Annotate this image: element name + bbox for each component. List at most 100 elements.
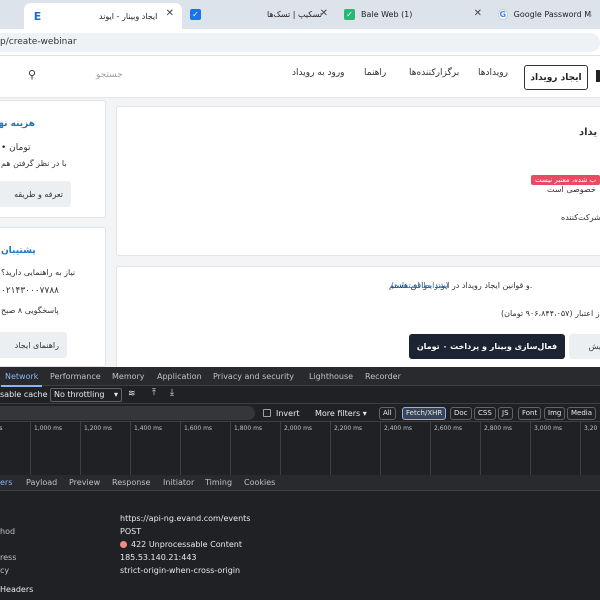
timeline-tick-label: 1,200 ms — [84, 425, 113, 432]
header-key-method: hod — [0, 527, 16, 536]
error-status-icon — [120, 541, 127, 548]
filter-input[interactable] — [0, 406, 255, 420]
referrer-policy: strict-origin-when-cross-origin — [120, 566, 241, 575]
terms-link[interactable]: (شرایط استفاده) — [391, 281, 449, 290]
header-key-remote-address: ress — [0, 553, 17, 562]
chevron-down-icon: ▾ — [113, 390, 118, 399]
network-timeline[interactable]: 00 ms 1,000 ms 1,200 ms 1,400 ms 1,600 ms 1,8… — [0, 422, 600, 477]
tab-privacy-security[interactable]: Privacy and security — [213, 372, 294, 381]
timeline-tick: 3,20 — [580, 422, 597, 477]
google-icon: G — [498, 8, 508, 20]
timeline-tick-label: 1,800 ms — [234, 425, 263, 432]
invert-label: Invert — [276, 409, 300, 418]
create-event-button[interactable]: ایجاد رویداد — [524, 65, 588, 90]
tab-recorder[interactable]: Recorder — [365, 372, 401, 381]
search-input[interactable]: ⚲ جستجو — [0, 64, 140, 88]
tab-lighthouse[interactable]: Lighthouse — [309, 372, 353, 381]
timeline-tick: 2,000 ms — [280, 422, 312, 477]
tab-bale[interactable]: ✓ Bale Web (1) ✕ — [336, 3, 490, 25]
timeline-tick: 2,400 ms — [380, 422, 412, 477]
participants-text: با شرکت‌کننده — [561, 213, 600, 222]
timeline-tick-label: 2,000 ms — [284, 425, 313, 432]
cost-value: • تومان — [1, 143, 31, 153]
disable-cache-label[interactable]: sable cache — [0, 390, 48, 399]
tab-google-password[interactable]: G Google Password Mana — [490, 3, 600, 25]
filter-css[interactable]: CSS — [474, 407, 496, 420]
tab-performance[interactable]: Performance — [50, 372, 101, 381]
support-title: پشتیبان — [1, 246, 36, 256]
invert-checkbox[interactable] — [263, 409, 271, 417]
tab-memory[interactable]: Memory — [112, 372, 145, 381]
timeline-tick-label: 1,600 ms — [184, 425, 213, 432]
cost-card: هزینه نها • تومان با در نظر گرفتن هم تعر… — [0, 100, 106, 218]
throttling-select[interactable]: No throttling ▾ — [50, 388, 122, 402]
nav-enter-event[interactable]: ورود به رویداد — [292, 68, 345, 78]
remote-address: 185.53.140.21:443 — [120, 553, 197, 562]
filter-all[interactable]: All — [379, 407, 396, 420]
network-toolbar: sable cache No throttling ▾ ≋ ⤒ ⤓ — [0, 386, 600, 404]
filter-media[interactable]: Media — [567, 407, 597, 420]
shield-check-icon: ✓ — [344, 8, 355, 20]
timeline-tick: 1,400 ms — [130, 422, 162, 477]
search-icon[interactable]: ⚲ — [28, 68, 36, 81]
url-field[interactable]: p/create-webinar — [0, 33, 600, 52]
more-filters-dropdown[interactable]: More filters ▾ — [315, 409, 367, 418]
tab-network[interactable]: Network — [0, 372, 43, 387]
cost-note: با در نظر گرفتن هم — [1, 159, 67, 168]
support-question: نیاز به راهنمایی دارید؟ — [1, 268, 76, 277]
status-code: 422 Unprocessable Content — [120, 540, 242, 549]
support-phone: ۰۲۱۴۳۰۰۰۷۷۸۸ — [1, 286, 60, 296]
create-guide-button[interactable]: راهنمای ایجاد — [0, 332, 67, 358]
support-card: پشتیبان نیاز به راهنمایی دارید؟ ۰۲۱۴۳۰۰۰… — [0, 227, 106, 367]
address-bar: p/create-webinar — [0, 29, 600, 56]
request-subtabs: ers Payload Preview Response Initiator T… — [0, 475, 600, 491]
subtab-timing[interactable]: Timing — [205, 478, 232, 487]
support-hours: پاسخگویی ۸ صبح — [1, 306, 59, 315]
timeline-tick-label: 00 ms — [0, 425, 3, 432]
subtab-payload[interactable]: Payload — [26, 478, 57, 487]
close-icon[interactable]: ✕ — [320, 8, 328, 19]
nav-help[interactable]: راهنما — [364, 68, 386, 78]
general-headers: https://api-ng.evand.com/events hod POST… — [0, 491, 600, 600]
subtab-initiator[interactable]: Initiator — [163, 478, 194, 487]
tab-create-webinar[interactable]: E ایجاد وبینار - ایوند ✕ — [24, 3, 182, 29]
header-key-referrer-policy: cy — [0, 566, 10, 575]
filter-doc[interactable]: Doc — [450, 407, 472, 420]
nav-organizers[interactable]: برگزارکننده‌ها — [409, 68, 459, 78]
evand-logo-icon: E — [32, 9, 43, 23]
close-icon[interactable]: ✕ — [474, 8, 482, 19]
timeline-tick: 1,600 ms — [180, 422, 212, 477]
event-info-card: یداد ب شده، معتبر نیست خصوصی است با شرکت… — [116, 106, 600, 256]
subtab-cookies[interactable]: Cookies — [244, 478, 275, 487]
timeline-tick-label: 3,20 — [584, 425, 598, 432]
upload-icon[interactable]: ⤒ — [152, 388, 156, 398]
tab-application[interactable]: Application — [157, 372, 202, 381]
download-icon[interactable]: ⤓ — [170, 388, 174, 398]
filter-js[interactable]: JS — [498, 407, 513, 420]
wifi-icon[interactable]: ≋ — [128, 389, 136, 399]
timeline-tick: 2,200 ms — [330, 422, 362, 477]
nav-events[interactable]: رویدادها — [478, 68, 508, 78]
timeline-tick: 3,000 ms — [530, 422, 562, 477]
filter-fetch-xhr[interactable]: Fetch/XHR — [402, 407, 447, 420]
tab-taskip[interactable]: ✓ تسکیپ | تسک‌ها ✕ — [182, 3, 336, 25]
filter-font[interactable]: Font — [518, 407, 542, 420]
subtab-response[interactable]: Response — [112, 478, 150, 487]
site-logo[interactable] — [596, 70, 600, 82]
subtab-headers[interactable]: ers — [0, 478, 12, 487]
preview-button[interactable]: یش — [569, 334, 600, 359]
timeline-tick-label: 1,400 ms — [134, 425, 163, 432]
invalid-tag: ب شده، معتبر نیست — [531, 175, 600, 185]
timeline-tick-label: 2,200 ms — [334, 425, 363, 432]
request-method: POST — [120, 527, 142, 536]
filter-img[interactable]: Img — [544, 407, 566, 420]
response-headers-section[interactable]: Headers — [0, 585, 33, 594]
close-icon[interactable]: ✕ — [166, 8, 174, 19]
timeline-tick: 2,600 ms — [430, 422, 462, 477]
pricing-button[interactable]: تعرفه و طریقه — [0, 181, 71, 207]
subtab-preview[interactable]: Preview — [69, 478, 100, 487]
cost-title: هزینه نها — [0, 119, 35, 129]
activate-pay-button[interactable]: فعال‌سازی وبینار و پرداخت ۰ تومان — [409, 334, 565, 359]
request-url[interactable]: https://api-ng.evand.com/events — [120, 514, 250, 523]
browser-tab-strip: E ایجاد وبینار - ایوند ✕ ✓ تسکیپ | تسک‌ه… — [0, 0, 600, 29]
